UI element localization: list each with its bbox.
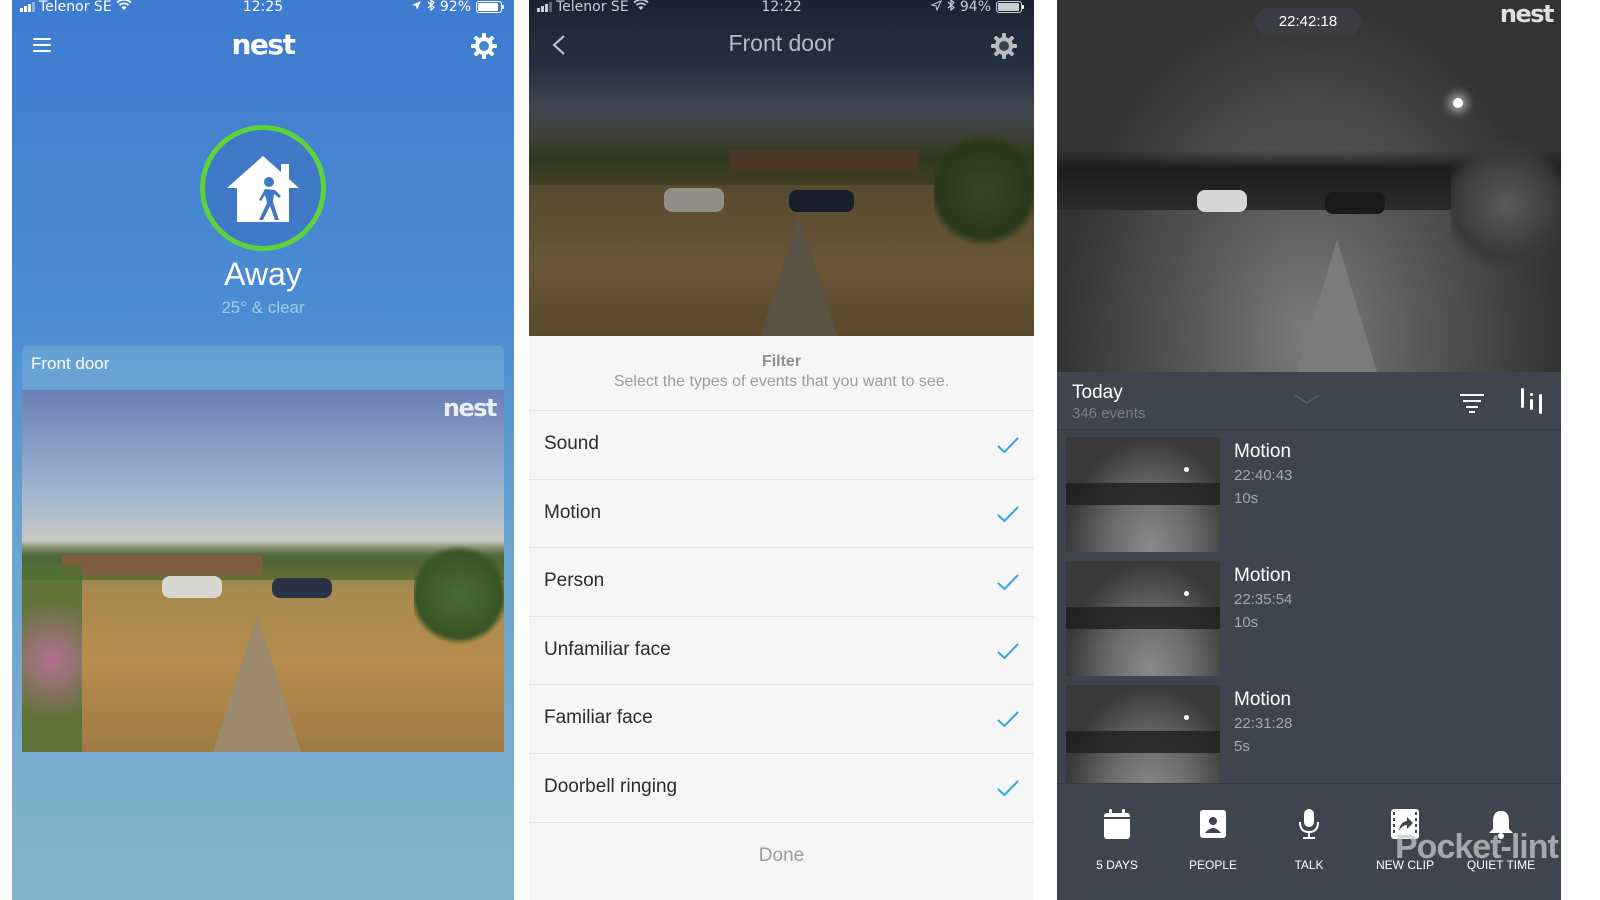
bluetooth-icon bbox=[427, 0, 435, 15]
camera-filter-panel: Telenor SE 12:22 94% Front door Filter S… bbox=[529, 0, 1034, 900]
event-time: 22:31:28 bbox=[1234, 715, 1293, 732]
toolbar-label: PEOPLE bbox=[1188, 858, 1238, 872]
person-icon bbox=[1200, 810, 1226, 838]
bluetooth-icon bbox=[947, 0, 955, 15]
filter-header: Filter Select the types of events that y… bbox=[529, 336, 1034, 411]
tree bbox=[1451, 130, 1561, 280]
pocket-lint-watermark: Pocket-lint bbox=[1395, 828, 1559, 866]
filter-title: Filter bbox=[761, 353, 802, 370]
event-type: Motion bbox=[1234, 441, 1292, 462]
street-lamp bbox=[1453, 98, 1463, 108]
toolbar-people-button[interactable]: PEOPLE bbox=[1168, 806, 1258, 872]
filter-option-label: Doorbell ringing bbox=[544, 775, 678, 797]
settings-gear-icon[interactable] bbox=[990, 32, 1018, 60]
camera-live-thumbnail[interactable]: nest bbox=[22, 390, 504, 752]
microphone-icon bbox=[1299, 809, 1319, 839]
home-away-button[interactable] bbox=[200, 125, 326, 251]
filter-option-label: Familiar face bbox=[544, 707, 653, 729]
parked-car bbox=[1325, 192, 1385, 214]
settings-gear-icon[interactable] bbox=[470, 32, 498, 60]
location-icon bbox=[411, 0, 422, 15]
timeline-view-icon[interactable] bbox=[1517, 386, 1547, 416]
location-icon bbox=[930, 0, 942, 15]
event-duration: 5s bbox=[1234, 738, 1250, 755]
camera-title: Front door bbox=[728, 30, 835, 56]
toolbar-label: TALK bbox=[1294, 858, 1324, 872]
camera-card-front-door[interactable]: Front door nest bbox=[22, 346, 504, 760]
live-timestamp: 22:42:18 bbox=[1255, 8, 1361, 36]
parked-car bbox=[1197, 190, 1247, 212]
done-button[interactable]: Done bbox=[529, 823, 1034, 891]
camera-live-view[interactable]: Telenor SE 12:22 94% Front door bbox=[529, 0, 1034, 340]
event-type: Motion bbox=[1234, 565, 1292, 586]
filter-option-label: Sound bbox=[544, 433, 599, 454]
events-day-title[interactable]: Today bbox=[1072, 382, 1123, 404]
filter-option-unfamiliar-face[interactable]: Unfamiliar face bbox=[529, 617, 1034, 686]
calendar-icon bbox=[1104, 809, 1130, 839]
battery-icon bbox=[476, 1, 504, 13]
nest-watermark: nest bbox=[1499, 0, 1555, 28]
event-duration: 10s bbox=[1234, 614, 1259, 631]
filter-icon[interactable] bbox=[1459, 392, 1485, 414]
home-screen-panel: Telenor SE 12:25 92% nest Away 25° & cle… bbox=[12, 0, 514, 900]
camera-night-view[interactable]: 22:42:18 nest bbox=[1057, 0, 1561, 372]
events-count: 346 events bbox=[1072, 405, 1146, 422]
event-thumbnail[interactable] bbox=[1066, 437, 1220, 552]
parked-car bbox=[272, 578, 332, 598]
checkmark-icon bbox=[997, 437, 1019, 454]
brick-path bbox=[212, 615, 302, 752]
camera-toolbar: 5 DAYS PEOPLE TALK NEW CLIP QUIET TIME P… bbox=[1057, 783, 1561, 900]
toolbar-label: 5 DAYS bbox=[1096, 858, 1138, 872]
app-header: nest bbox=[12, 28, 514, 64]
event-time: 22:40:43 bbox=[1234, 467, 1293, 484]
events-header: Today 346 events bbox=[1057, 372, 1561, 430]
event-history-panel: 22:42:18 nest Today 346 events Motion 22… bbox=[1057, 0, 1561, 900]
filter-option-familiar-face[interactable]: Familiar face bbox=[529, 685, 1034, 754]
status-bar: Telenor SE 12:22 94% bbox=[529, 0, 1034, 16]
status-bar: Telenor SE 12:25 92% bbox=[12, 0, 514, 16]
filter-options-list: Sound Motion Person Unfamiliar face Fami… bbox=[529, 411, 1034, 823]
battery-percent: 92% bbox=[439, 0, 471, 15]
event-type: Motion bbox=[1234, 689, 1292, 710]
filter-sheet: Filter Select the types of events that y… bbox=[529, 336, 1034, 900]
filter-subtitle: Select the types of events that you want… bbox=[613, 373, 950, 390]
toolbar-talk-button[interactable]: TALK bbox=[1264, 806, 1354, 872]
filter-option-sound[interactable]: Sound bbox=[529, 411, 1034, 480]
toolbar-5-days-button[interactable]: 5 DAYS bbox=[1072, 806, 1162, 872]
event-duration: 10s bbox=[1234, 490, 1259, 507]
event-item[interactable]: Motion 22:35:54 10s bbox=[1066, 561, 1552, 676]
event-time: 22:35:54 bbox=[1234, 591, 1293, 608]
filter-option-doorbell-ringing[interactable]: Doorbell ringing bbox=[529, 754, 1034, 823]
houses bbox=[62, 555, 262, 575]
bushes bbox=[22, 565, 82, 752]
checkmark-icon bbox=[997, 643, 1019, 660]
nest-logo: nest bbox=[231, 28, 296, 61]
house-walking-person-icon bbox=[227, 156, 299, 222]
filter-option-label: Motion bbox=[544, 501, 602, 523]
checkmark-icon bbox=[997, 780, 1019, 797]
parked-car bbox=[162, 576, 222, 598]
chevron-down-icon[interactable] bbox=[1293, 392, 1321, 406]
checkmark-icon bbox=[997, 505, 1019, 522]
nest-watermark: nest bbox=[442, 394, 498, 422]
checkmark-icon bbox=[997, 574, 1019, 591]
checkmark-icon bbox=[997, 711, 1019, 728]
weather-label: 25° & clear bbox=[221, 298, 305, 317]
filter-option-label: Unfamiliar face bbox=[544, 638, 671, 660]
tree bbox=[414, 540, 504, 650]
event-item[interactable]: Motion 22:40:43 10s bbox=[1066, 437, 1552, 552]
camera-card-title: Front door bbox=[31, 354, 110, 373]
battery-icon bbox=[996, 1, 1024, 13]
filter-option-motion[interactable]: Motion bbox=[529, 480, 1034, 549]
filter-option-person[interactable]: Person bbox=[529, 548, 1034, 617]
driveway bbox=[1297, 240, 1377, 372]
home-mode-label: Away bbox=[224, 256, 302, 292]
battery-percent: 94% bbox=[959, 0, 991, 15]
filter-option-label: Person bbox=[544, 570, 605, 592]
event-thumbnail[interactable] bbox=[1066, 561, 1220, 676]
